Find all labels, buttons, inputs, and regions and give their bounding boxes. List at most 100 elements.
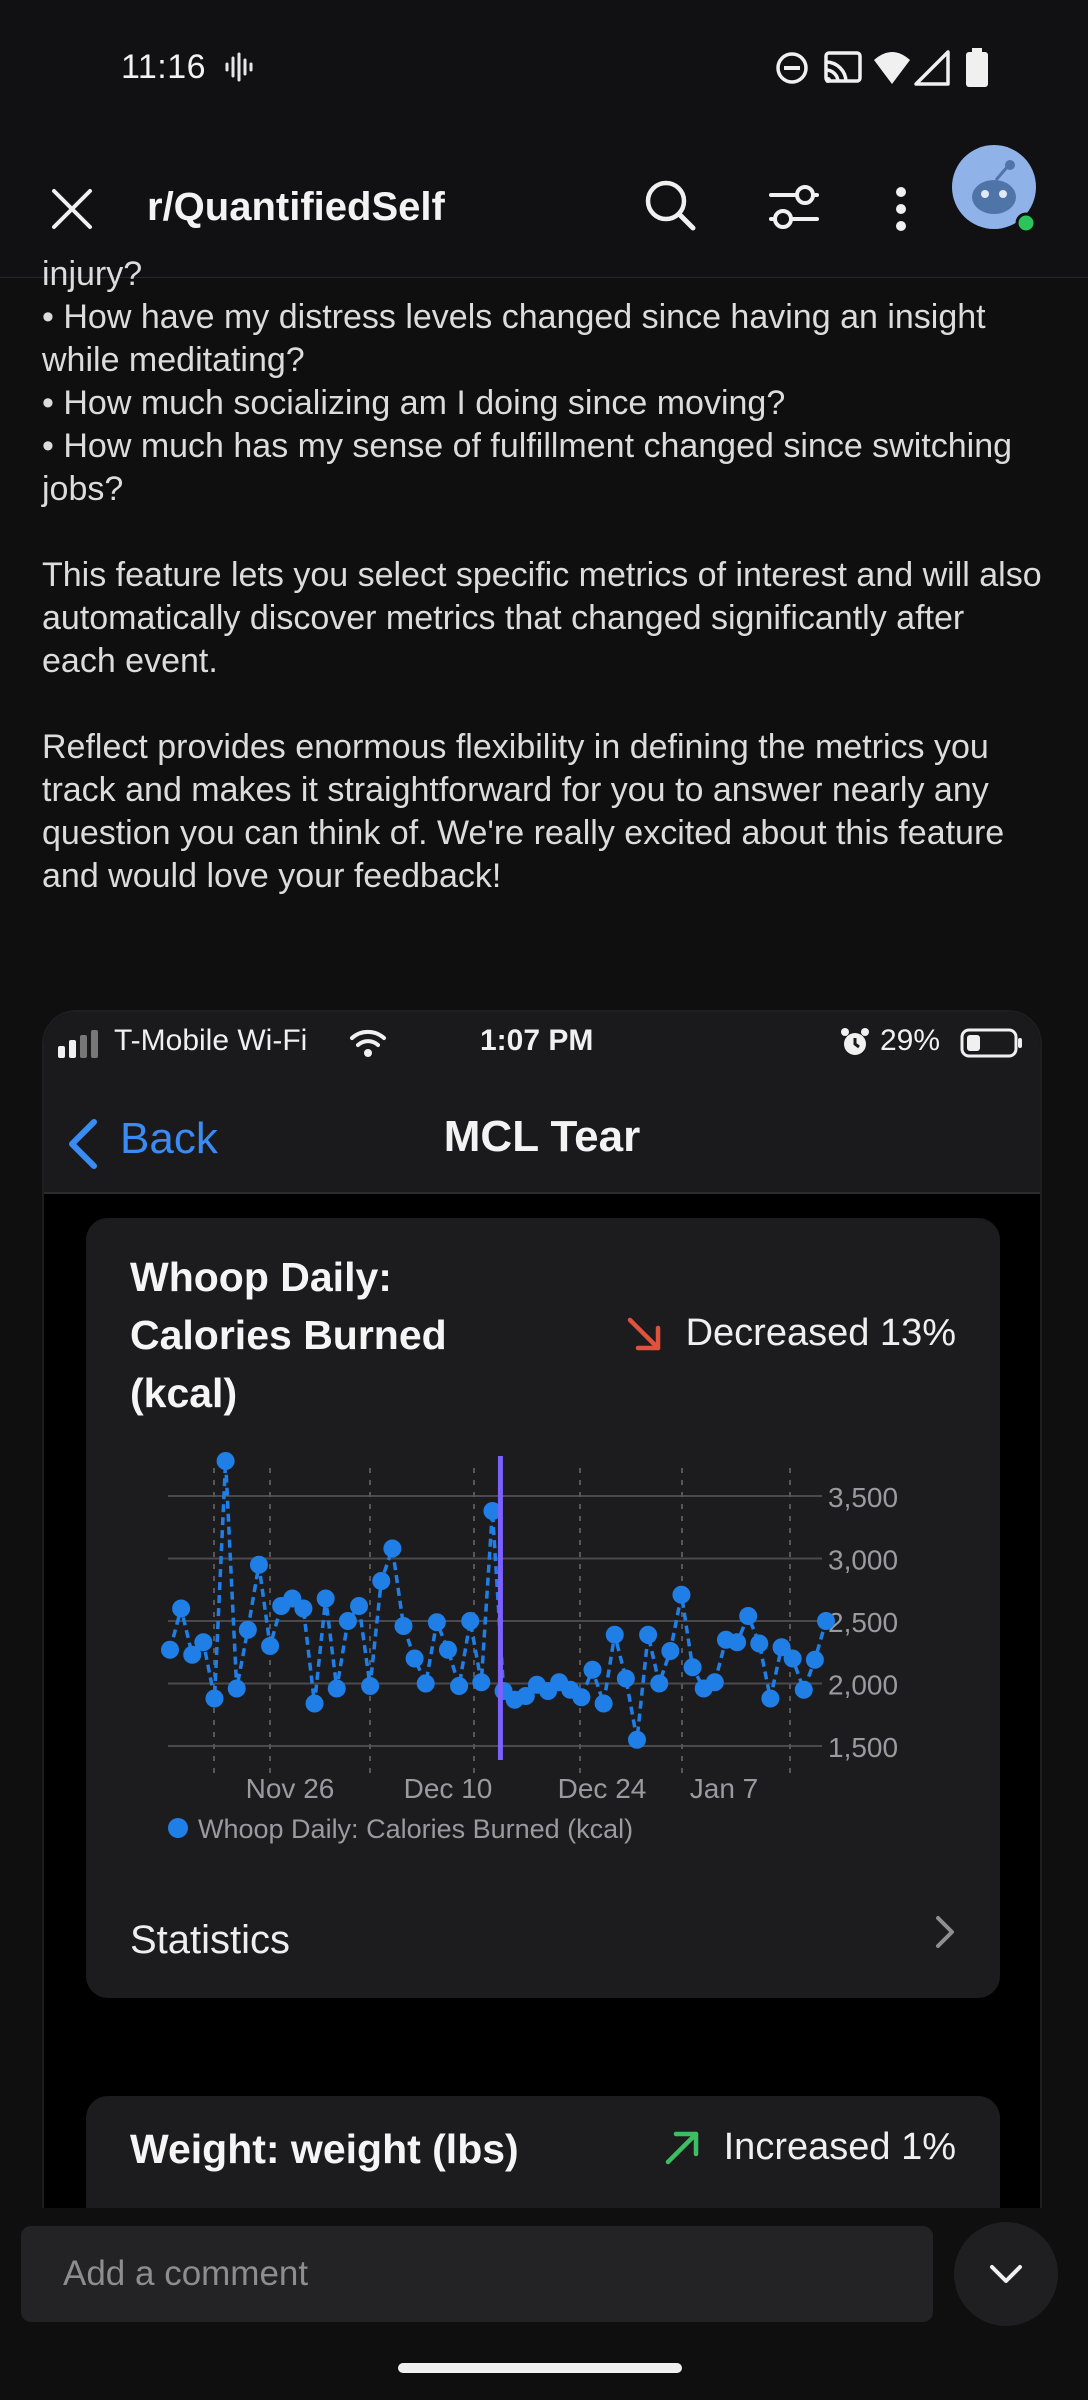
metric-title: Weight: weight (lbs) bbox=[130, 2126, 519, 2172]
data-point bbox=[372, 1572, 391, 1590]
data-point bbox=[461, 1612, 480, 1630]
y-tick-label: 2,500 bbox=[828, 1607, 898, 1638]
data-point bbox=[427, 1613, 446, 1632]
image-battery-percent: 29% bbox=[880, 1024, 941, 1057]
data-point bbox=[683, 1658, 702, 1677]
alarm-icon bbox=[841, 1028, 869, 1055]
search-icon bbox=[645, 180, 696, 231]
x-tick-label: Dec 10 bbox=[404, 1773, 493, 1804]
calories-line-chart: 3,500 3,000 2,500 2,000 1,500 Nov 26 Dec 10 Dec… bbox=[161, 1452, 898, 1844]
data-point bbox=[316, 1589, 335, 1608]
data-point bbox=[572, 1688, 591, 1707]
data-point bbox=[305, 1694, 324, 1713]
data-point bbox=[728, 1633, 747, 1652]
y-tick-label: 2,000 bbox=[828, 1670, 898, 1701]
image-status-bar: T-Mobile Wi-Fi 1:07 PM 29% bbox=[44, 1012, 1040, 1076]
post-bullet: • How have my distress levels changed si… bbox=[42, 298, 986, 379]
data-point bbox=[294, 1599, 313, 1618]
chevron-down-icon bbox=[990, 2265, 1022, 2283]
data-point bbox=[705, 1673, 724, 1692]
sort-filter-button[interactable] bbox=[764, 179, 824, 235]
data-point bbox=[261, 1637, 280, 1655]
cellular-signal-icon bbox=[914, 50, 950, 86]
data-point bbox=[739, 1607, 758, 1625]
x-tick-label: Dec 24 bbox=[558, 1773, 647, 1804]
data-point bbox=[817, 1612, 835, 1630]
data-point bbox=[205, 1689, 224, 1708]
data-point bbox=[172, 1599, 191, 1618]
do-not-disturb-icon bbox=[776, 52, 808, 84]
battery-icon bbox=[966, 48, 988, 87]
image-time: 1:07 PM bbox=[480, 1024, 594, 1057]
arrow-up-right-icon bbox=[665, 2131, 698, 2164]
data-point bbox=[661, 1642, 680, 1660]
data-point bbox=[794, 1680, 813, 1699]
data-point bbox=[227, 1679, 246, 1698]
data-point bbox=[761, 1689, 780, 1708]
wifi-icon bbox=[874, 52, 910, 84]
data-point bbox=[450, 1677, 469, 1695]
image-nav-title: MCL Tear bbox=[443, 1112, 641, 1161]
snoo-avatar-icon bbox=[952, 145, 1037, 234]
data-point bbox=[605, 1625, 624, 1644]
search-button[interactable] bbox=[640, 175, 700, 235]
user-avatar[interactable] bbox=[952, 145, 1040, 237]
metric-change-label: Increased 1% bbox=[723, 2126, 956, 2168]
data-point bbox=[327, 1679, 346, 1698]
data-point bbox=[616, 1669, 635, 1688]
statistics-row[interactable]: Statistics bbox=[130, 1918, 290, 1963]
subreddit-title[interactable]: r/QuantifiedSelf bbox=[147, 185, 445, 230]
y-tick-label: 3,500 bbox=[828, 1482, 898, 1513]
wifi-icon bbox=[350, 1029, 386, 1057]
data-point bbox=[783, 1649, 802, 1668]
post-paragraph: This feature lets you select specific me… bbox=[42, 556, 1042, 680]
data-point bbox=[583, 1660, 602, 1679]
data-point bbox=[383, 1539, 402, 1558]
legend-swatch bbox=[168, 1818, 188, 1838]
data-point bbox=[405, 1649, 424, 1668]
data-point bbox=[438, 1640, 457, 1659]
add-comment-input[interactable] bbox=[21, 2226, 933, 2322]
post-image[interactable]: T-Mobile Wi-Fi 1:07 PM 29% Back MCL Tear… bbox=[42, 1010, 1042, 2210]
more-options-button[interactable] bbox=[882, 181, 920, 237]
data-point bbox=[416, 1674, 435, 1693]
data-point bbox=[750, 1634, 769, 1653]
data-point bbox=[216, 1452, 235, 1470]
metric-card: Weight: weight (lbs) Increased 1% bbox=[86, 2096, 1000, 2208]
data-point bbox=[338, 1612, 357, 1630]
battery-icon bbox=[960, 1028, 1022, 1058]
data-point bbox=[249, 1555, 268, 1574]
data-point bbox=[639, 1625, 658, 1644]
post-bullet: • How much socializing am I doing since … bbox=[42, 384, 786, 422]
home-indicator bbox=[398, 2363, 682, 2373]
collapse-button[interactable] bbox=[954, 2222, 1058, 2326]
data-point bbox=[672, 1585, 691, 1604]
metric-change: Increased 1% bbox=[662, 2126, 956, 2169]
y-tick-label: 1,500 bbox=[828, 1732, 898, 1763]
data-point bbox=[350, 1597, 369, 1615]
metric-card: Whoop Daily: Calories Burned (kcal) Decr… bbox=[86, 1218, 1000, 1998]
data-point bbox=[627, 1730, 646, 1749]
filter-sliders-icon bbox=[769, 185, 819, 229]
data-point bbox=[161, 1640, 179, 1659]
cast-icon bbox=[824, 51, 862, 83]
y-tick-label: 3,000 bbox=[828, 1545, 898, 1576]
legend-label: Whoop Daily: Calories Burned (kcal) bbox=[198, 1814, 633, 1844]
more-vertical-icon bbox=[896, 187, 906, 231]
data-point bbox=[805, 1650, 824, 1669]
data-point bbox=[194, 1633, 213, 1652]
status-time: 11:16 bbox=[121, 48, 207, 86]
data-point bbox=[238, 1620, 257, 1639]
close-button[interactable] bbox=[46, 183, 98, 235]
x-tick-label: Nov 26 bbox=[246, 1773, 335, 1804]
data-point bbox=[394, 1617, 413, 1635]
signal-bars-icon bbox=[58, 1030, 98, 1058]
post-cut-line: injury? bbox=[42, 255, 143, 293]
data-point bbox=[472, 1673, 491, 1692]
post-paragraph: Reflect provides enormous flexibility in… bbox=[42, 728, 1005, 895]
data-point bbox=[594, 1694, 613, 1713]
close-icon bbox=[52, 189, 92, 229]
chevron-right-icon bbox=[936, 1916, 954, 1948]
image-nav-bar: Back MCL Tear bbox=[44, 1076, 1040, 1194]
post-body: injury? • How have my distress levels ch… bbox=[42, 254, 1042, 898]
